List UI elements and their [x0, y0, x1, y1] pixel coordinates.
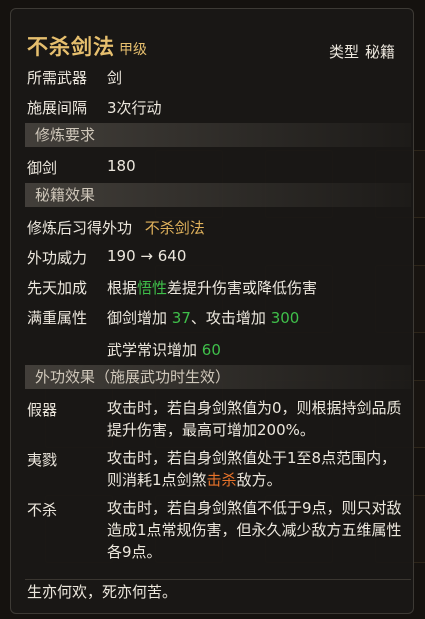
full-c-pre: 武学常识增加	[107, 341, 198, 359]
yilu-text-post: 敌方。	[236, 471, 282, 489]
effect-name-busha: 不杀	[27, 501, 58, 519]
learn-row: 修炼后习得外功 不杀剑法	[27, 217, 205, 238]
learn-label: 修炼后习得外功	[27, 219, 133, 237]
power-value: 190 → 640	[107, 247, 187, 265]
type-label: 类型	[328, 43, 359, 61]
full-a-val: 37	[171, 309, 191, 327]
item-grade: 甲级	[119, 42, 147, 58]
type-value: 秘籍	[364, 43, 395, 61]
weapon-value: 剑	[107, 69, 123, 87]
innate-pre: 根据	[107, 279, 138, 297]
item-title: 不杀剑法	[27, 35, 115, 59]
weapon-label: 所需武器	[27, 69, 88, 87]
full-weight-value-2: 武学常识增加 60	[107, 339, 221, 360]
interval-row: 施展间隔 3次行动	[27, 97, 162, 118]
effect-text-yilu: 攻击时，若自身剑煞值处于1至8点范围内，则消耗1点剑煞击杀敌方。	[107, 447, 407, 491]
book-effect-section-header: 秘籍效果	[25, 183, 411, 207]
divider	[25, 579, 411, 580]
full-weight-row: 满重属性 御剑增加 37、攻击增加 300	[27, 307, 299, 328]
learn-value: 不杀剑法	[144, 219, 205, 237]
innate-highlight: 悟性	[137, 279, 168, 297]
title-row: 不杀剑法 甲级	[27, 31, 147, 61]
external-effect-section-header: 外功效果（施展武功时生效）	[25, 365, 411, 389]
full-weight-value: 御剑增加 37、攻击增加 300	[107, 307, 299, 328]
flavor-quote: 生亦何欢，死亦何苦。	[27, 583, 178, 601]
effect-name-jiaqi: 假器	[27, 401, 58, 419]
full-b-pre: 、攻击增加	[190, 309, 266, 327]
full-weight-label: 满重属性	[27, 309, 88, 327]
yilu-text-highlight: 击杀	[206, 471, 237, 489]
item-type: 类型 秘籍	[323, 41, 395, 62]
innate-row: 先天加成 根据悟性差提升伤害或降低伤害	[27, 277, 317, 298]
power-label: 外功威力	[27, 249, 88, 267]
effect-text-busha: 攻击时，若自身剑煞值不低于9点，则只对敌造成1点常规伤害，但永久减少敌方五维属性…	[107, 499, 402, 561]
interval-label: 施展间隔	[27, 99, 88, 117]
innate-post: 差提升伤害或降低伤害	[167, 279, 318, 297]
effect-text-jiaqi: 攻击时，若自身剑煞值为0，则根据持剑品质提升伤害，最高可增加200%。	[107, 399, 402, 439]
innate-label: 先天加成	[27, 279, 88, 297]
effect-name-yilu: 夷戮	[27, 451, 58, 469]
requirement-skill-value: 180	[107, 157, 136, 175]
full-c-val: 60	[201, 341, 221, 359]
power-row: 外功威力 190 → 640	[27, 247, 186, 268]
innate-value: 根据悟性差提升伤害或降低伤害	[107, 277, 317, 298]
item-tooltip-panel: 不杀剑法 甲级 类型 秘籍 所需武器 剑 施展间隔 3次行动 修炼要求 御剑 180…	[10, 8, 414, 614]
weapon-row: 所需武器 剑	[27, 67, 122, 88]
requirement-row: 御剑 180	[27, 157, 136, 178]
full-a-pre: 御剑增加	[107, 309, 168, 327]
requirements-section-header: 修炼要求	[25, 123, 411, 147]
interval-value: 3次行动	[107, 99, 162, 117]
full-b-val: 300	[270, 309, 300, 327]
requirement-skill-label: 御剑	[27, 159, 58, 177]
